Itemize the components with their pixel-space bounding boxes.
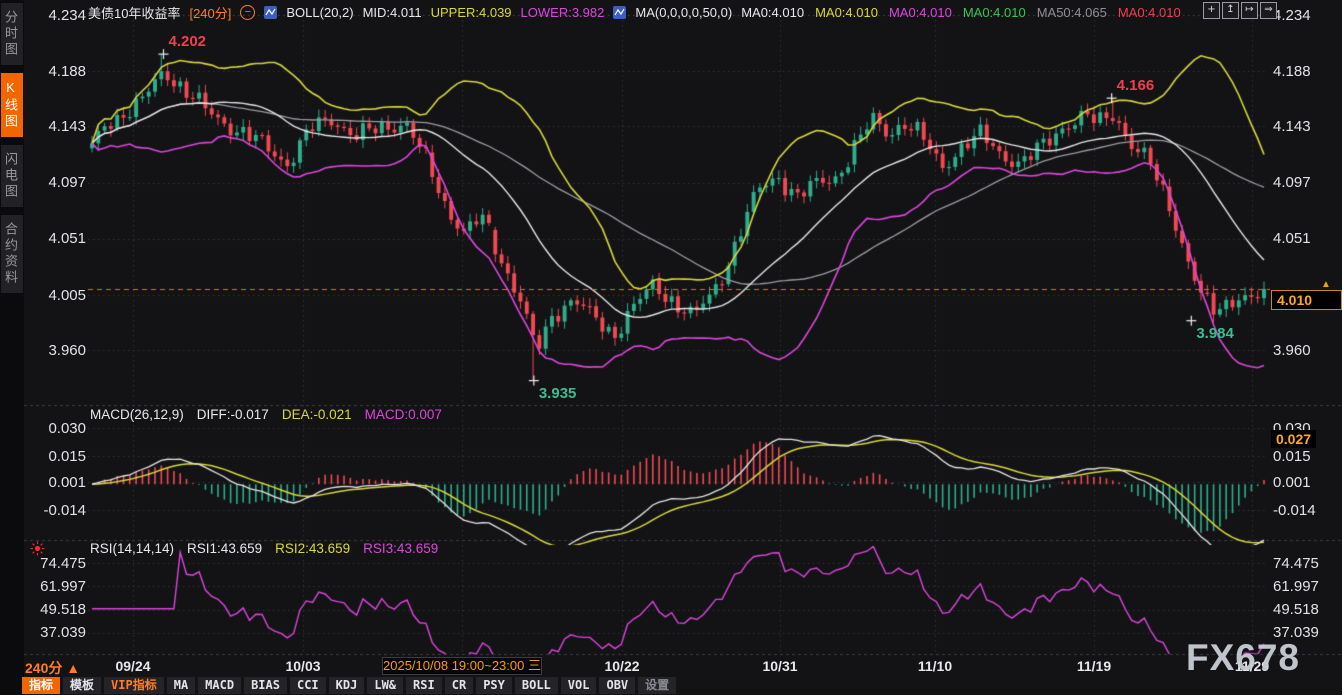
macd-hist-value: MACD:0.007 — [365, 407, 442, 422]
period-label[interactable]: [240分] — [189, 3, 231, 22]
watermark: FX678 — [1186, 637, 1300, 679]
toolbar-item-PSY[interactable]: PSY — [476, 677, 512, 694]
y-axis-label: 4.097 — [1273, 175, 1311, 190]
macd-title: MACD(26,12,9) — [90, 407, 184, 422]
symbol-title: 美债10年收益率 — [88, 3, 180, 22]
ma-value: MA0:4.010 — [1118, 5, 1181, 20]
period-selector[interactable]: 240分 ▲ — [25, 658, 80, 678]
current-price-tag: 4.010 — [1271, 290, 1342, 310]
price-annotation-label: 4.166 — [1117, 77, 1155, 94]
y-axis-label: 4.051 — [1273, 231, 1311, 246]
ma-value: MA0:4.010 — [889, 5, 952, 20]
y-axis-label: 3.960 — [1273, 343, 1311, 358]
toolbar-item-VOL[interactable]: VOL — [561, 677, 597, 694]
toolbar-item-MACD[interactable]: MACD — [198, 677, 241, 694]
toolbar-item-VIP指标[interactable]: VIP指标 — [104, 677, 164, 694]
crosshair-date-tooltip: 2025/10/08 19:00~23:00 三 — [382, 657, 542, 675]
boll-mid-value: MID:4.011 — [363, 5, 422, 20]
rsi-panel-header: RSI(14,14,14) RSI1:43.659 RSI2:43.659 RS… — [90, 541, 438, 556]
rsi3-value: RSI3:43.659 — [363, 541, 438, 556]
sidebar-tab[interactable]: 闪电图 — [1, 145, 23, 207]
ma-title: MA(0,0,0,0,50,0) — [635, 5, 732, 20]
rsi1-value: RSI1:43.659 — [187, 541, 262, 556]
y-axis-label: 74.475 — [1273, 556, 1319, 571]
macd-value-tag: 0.027 — [1271, 430, 1316, 448]
toolbar-item-MA[interactable]: MA — [167, 677, 195, 694]
toolbar-item-设置[interactable]: 设置 — [638, 677, 676, 694]
alert-sun-icon[interactable] — [30, 541, 45, 561]
y-axis-label: 49.518 — [1273, 602, 1319, 617]
toolbar-item-OBV[interactable]: OBV — [599, 677, 635, 694]
x-axis-date-label: 10/03 — [285, 658, 320, 674]
ma-indicator-icon — [613, 6, 626, 19]
price-up-arrow-icon: ▲ — [1321, 279, 1331, 290]
ma-values-group: MA0:4.010 MA0:4.010 MA0:4.010 MA0:4.010 MA50… — [741, 5, 1180, 20]
boll-indicator-icon — [264, 6, 277, 19]
toolbar-item-LW&[interactable]: LW& — [367, 677, 403, 694]
indicator-toolbar: 指标模板VIP指标MAMACDBIASCCIKDJLW&RSICRPSYBOLL… — [22, 677, 676, 694]
y-axis-label: 0.001 — [1273, 475, 1311, 490]
ma-value: MA50:4.065 — [1037, 5, 1107, 20]
chart-window-controls: +↥↦⇒ — [1203, 2, 1277, 19]
y-axis-label: 4.188 — [1273, 64, 1311, 79]
rsi-title: RSI(14,14,14) — [90, 541, 174, 556]
kline-chart-canvas[interactable] — [0, 0, 1342, 695]
macd-panel-header: MACD(26,12,9) DIFF:-0.017 DEA:-0.021 MAC… — [90, 407, 442, 422]
y-axis-label: 4.234 — [1273, 8, 1311, 23]
sidebar-tab[interactable]: 分时图 — [1, 3, 23, 65]
x-axis-date-label: 09/24 — [115, 658, 150, 674]
trading-terminal: 分时图 K线图闪电图合约资料 美债10年收益率 [240分] − BOLL(20,… — [0, 0, 1342, 695]
left-sidebar: 分时图 K线图闪电图合约资料 — [0, 0, 24, 695]
chart-header: 美债10年收益率 [240分] − BOLL(20,2) MID:4.011 U… — [88, 3, 1181, 21]
boll-lower-value: LOWER:3.982 — [521, 5, 605, 20]
sidebar-tab[interactable]: K线图 — [1, 73, 23, 137]
x-axis-date-label: 10/22 — [604, 658, 639, 674]
price-annotation-label: 4.202 — [168, 33, 206, 50]
boll-title: BOLL(20,2) — [286, 5, 353, 20]
y-axis-label: 4.143 — [1273, 119, 1311, 134]
x-scale-icon[interactable]: ↦ — [1241, 2, 1258, 19]
y-axis-label: 0.015 — [1273, 449, 1311, 464]
current-price-value: 4.010 — [1277, 292, 1312, 308]
toolbar-item-CCI[interactable]: CCI — [290, 677, 326, 694]
x-axis-date-label: 11/19 — [1077, 658, 1111, 674]
macd-dea-value: DEA:-0.021 — [282, 407, 352, 422]
x-axis-date-label: 11/10 — [918, 658, 952, 674]
toolbar-item-BIAS[interactable]: BIAS — [244, 677, 287, 694]
ma-value: MA0:4.010 — [741, 5, 804, 20]
toolbar-item-指标[interactable]: 指标 — [22, 677, 60, 694]
sidebar-tab[interactable]: 合约资料 — [1, 215, 23, 293]
toolbar-item-BOLL[interactable]: BOLL — [515, 677, 558, 694]
toolbar-item-CR[interactable]: CR — [445, 677, 473, 694]
price-annotation-label: 3.935 — [539, 385, 577, 402]
toolbar-item-RSI[interactable]: RSI — [406, 677, 442, 694]
pane-expand-icon[interactable]: ⇒ — [1260, 2, 1277, 19]
y-axis-label: 61.997 — [1273, 579, 1319, 594]
zoom-out-icon[interactable]: − — [240, 5, 255, 20]
toolbar-item-KDJ[interactable]: KDJ — [329, 677, 365, 694]
y-scale-icon[interactable]: ↥ — [1222, 2, 1239, 19]
y-axis-label: -0.014 — [1273, 503, 1316, 518]
rsi2-value: RSI2:43.659 — [275, 541, 350, 556]
boll-upper-value: UPPER:4.039 — [431, 5, 512, 20]
ma-value: MA0:4.010 — [963, 5, 1026, 20]
toolbar-item-模板[interactable]: 模板 — [63, 677, 101, 694]
macd-diff-value: DIFF:-0.017 — [197, 407, 269, 422]
pan-icon[interactable]: + — [1203, 2, 1220, 19]
x-axis-date-label: 10/31 — [762, 658, 797, 674]
price-annotation-label: 3.984 — [1196, 325, 1234, 342]
ma-value: MA0:4.010 — [815, 5, 878, 20]
